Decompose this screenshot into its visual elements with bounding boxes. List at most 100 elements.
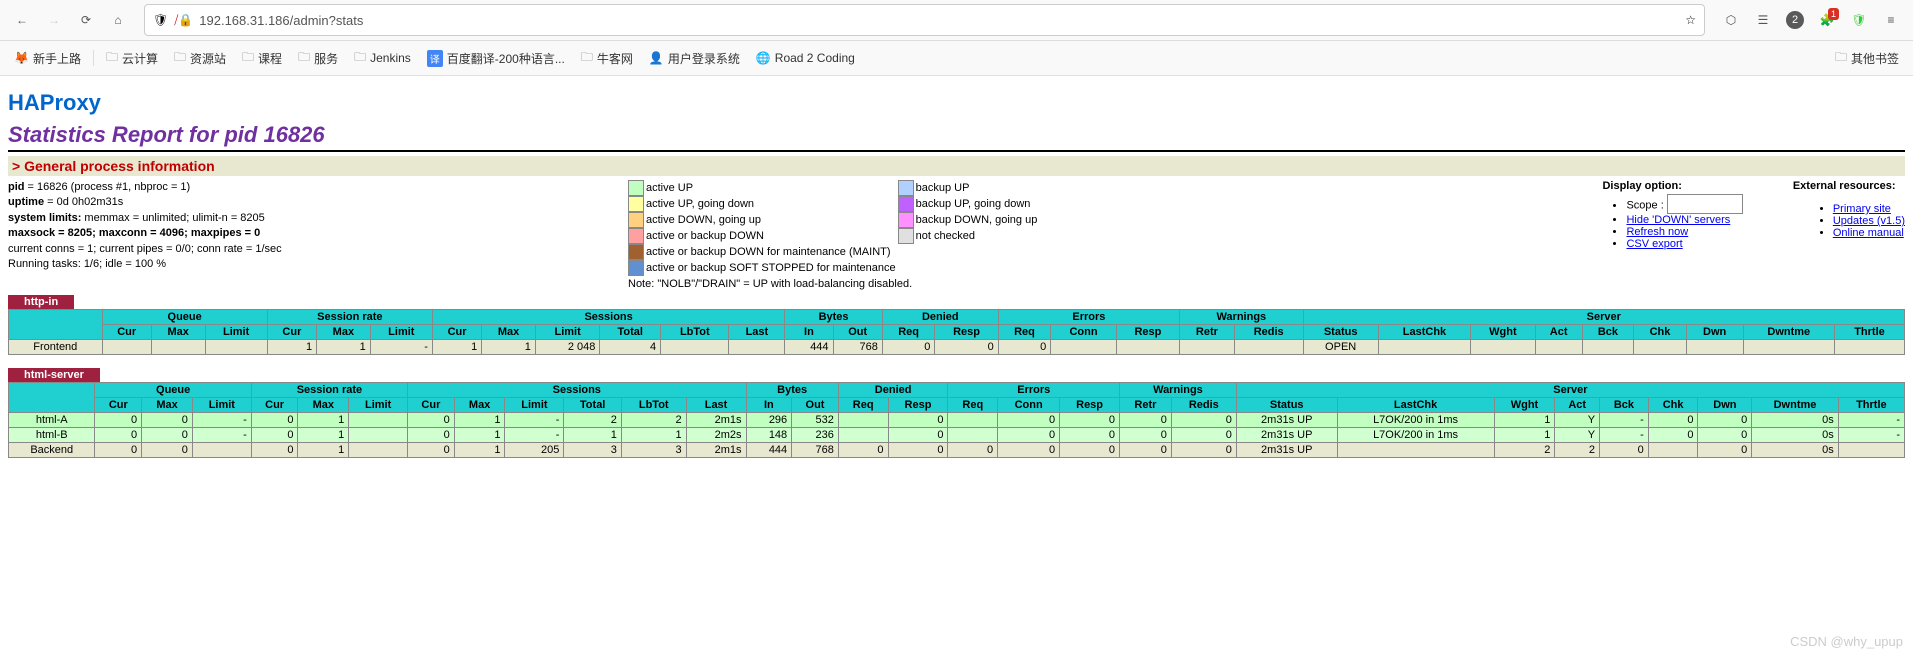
cell: 0 — [998, 340, 1051, 355]
cell: Y — [1555, 413, 1600, 428]
cell: 0 — [408, 428, 455, 443]
cell: 444 — [785, 340, 833, 355]
star-icon[interactable]: ☆ — [1685, 13, 1696, 27]
cell — [1634, 340, 1687, 355]
csv-export-link[interactable]: CSV export — [1626, 238, 1682, 250]
ext-link[interactable]: Primary site — [1833, 203, 1891, 215]
cell: 2m31s UP — [1236, 428, 1337, 443]
url-bar[interactable]: 🛡 ⧸🔒 192.168.31.186/admin?stats ☆ — [144, 4, 1705, 36]
counter-badge[interactable]: 2 — [1781, 6, 1809, 34]
bookmark-item[interactable]: 🗀Jenkins — [348, 46, 417, 71]
legend-swatch — [898, 196, 914, 212]
page-content: HAProxy Statistics Report for pid 16826 … — [0, 76, 1913, 478]
cell: 0 — [838, 443, 888, 458]
cell: 532 — [792, 413, 839, 428]
cell: 0s — [1752, 428, 1838, 443]
display-options: Display option: Scope : Hide 'DOWN' serv… — [1602, 180, 1742, 252]
cell: 2m2s — [686, 428, 746, 443]
cell: OPEN — [1303, 340, 1378, 355]
legend-item: active or backup DOWN — [628, 228, 896, 244]
pocket-icon[interactable]: ⬡ — [1717, 6, 1745, 34]
cell: 0 — [95, 443, 142, 458]
cell: 1 — [482, 340, 536, 355]
cell — [205, 340, 267, 355]
stats-table: QueueSession rateSessionsBytesDeniedErro… — [8, 309, 1905, 355]
cell: 0 — [1171, 413, 1236, 428]
cell: 236 — [792, 428, 839, 443]
back-button[interactable]: ← — [8, 6, 36, 34]
cell: 2m31s UP — [1236, 443, 1337, 458]
cell: 768 — [833, 340, 882, 355]
ext-link[interactable]: Updates (v1.5) — [1833, 215, 1905, 227]
cell: 0 — [1060, 413, 1120, 428]
extension-icon[interactable]: 🧩1 — [1813, 6, 1841, 34]
cell — [1337, 443, 1494, 458]
cell: 0 — [1648, 413, 1698, 428]
legend-item: active UP, going down — [628, 196, 896, 212]
cell — [1234, 340, 1303, 355]
folder-icon: 🗀 — [106, 48, 118, 69]
shield-green-icon[interactable]: 🛡 — [1845, 6, 1873, 34]
row-name: Backend — [9, 443, 95, 458]
legend-item: not checked — [898, 228, 1038, 244]
cell: - — [1838, 413, 1904, 428]
cell — [151, 340, 205, 355]
folder-icon: 🗀 — [581, 48, 593, 69]
bookmark-item[interactable]: 🗀牛客网 — [575, 46, 639, 71]
other-bookmarks[interactable]: 🗀其他书签 — [1829, 46, 1905, 71]
cell — [948, 428, 998, 443]
table-row: Frontend11-112 0484444768000OPEN — [9, 340, 1905, 355]
bookmark-item[interactable]: 🗀课程 — [236, 46, 288, 71]
cell: 0 — [1120, 428, 1172, 443]
home-button[interactable]: ⌂ — [104, 6, 132, 34]
firefox-icon: 🦊 — [14, 51, 29, 65]
hide-down-link[interactable]: Hide 'DOWN' servers — [1626, 214, 1730, 226]
bookmark-item[interactable]: 译百度翻译-200种语言... — [421, 48, 571, 69]
cell — [1378, 340, 1470, 355]
cell — [1838, 443, 1904, 458]
cell — [729, 340, 785, 355]
bookmark-item[interactable]: 🦊新手上路 — [8, 48, 87, 69]
row-name: Frontend — [9, 340, 103, 355]
refresh-link[interactable]: Refresh now — [1626, 226, 1688, 238]
cell: - — [1838, 428, 1904, 443]
cell: 2 — [564, 413, 622, 428]
cell: 0 — [1600, 443, 1649, 458]
menu-icon[interactable]: ≡ — [1877, 6, 1905, 34]
cell: - — [1600, 428, 1649, 443]
cell: 2m31s UP — [1236, 413, 1337, 428]
cell — [1648, 443, 1698, 458]
folder-icon: 🗀 — [354, 48, 366, 69]
cell: 0 — [408, 413, 455, 428]
folder-icon: 🗀 — [242, 48, 254, 69]
folder-icon: 🗀 — [298, 48, 310, 69]
ext-link[interactable]: Online manual — [1833, 227, 1904, 239]
bookmark-item[interactable]: 👤用户登录系统 — [643, 48, 746, 69]
legend-swatch — [628, 260, 644, 276]
cell — [192, 443, 251, 458]
table-row: Backend000101205332m1s44476800000002m31s… — [9, 443, 1905, 458]
cell: 3 — [564, 443, 622, 458]
folder-icon: 🗀 — [174, 48, 186, 69]
legend-item: active UP — [628, 180, 896, 196]
cell: 0 — [888, 428, 948, 443]
cell: L7OK/200 in 1ms — [1337, 413, 1494, 428]
cell: 205 — [505, 443, 564, 458]
reload-button[interactable]: ⟳ — [72, 6, 100, 34]
scope-input[interactable] — [1667, 194, 1743, 214]
bookmark-item[interactable]: 🗀资源站 — [168, 46, 232, 71]
library-icon[interactable]: ☰ — [1749, 6, 1777, 34]
cell: 0 — [1120, 413, 1172, 428]
stats-table: QueueSession rateSessionsBytesDeniedErro… — [8, 382, 1905, 458]
cell — [1686, 340, 1743, 355]
bookmark-item[interactable]: 🗀云计算 — [100, 46, 164, 71]
legend-item: backup UP, going down — [898, 196, 1038, 212]
cell: 0 — [1171, 443, 1236, 458]
cell: 296 — [746, 413, 792, 428]
shield-icon: 🛡 — [153, 13, 168, 27]
cell — [349, 428, 408, 443]
cell: - — [505, 413, 564, 428]
bookmark-item[interactable]: 🗀服务 — [292, 46, 344, 71]
cell: 2m1s — [686, 443, 746, 458]
bookmark-item[interactable]: 🌐Road 2 Coding — [750, 49, 861, 67]
